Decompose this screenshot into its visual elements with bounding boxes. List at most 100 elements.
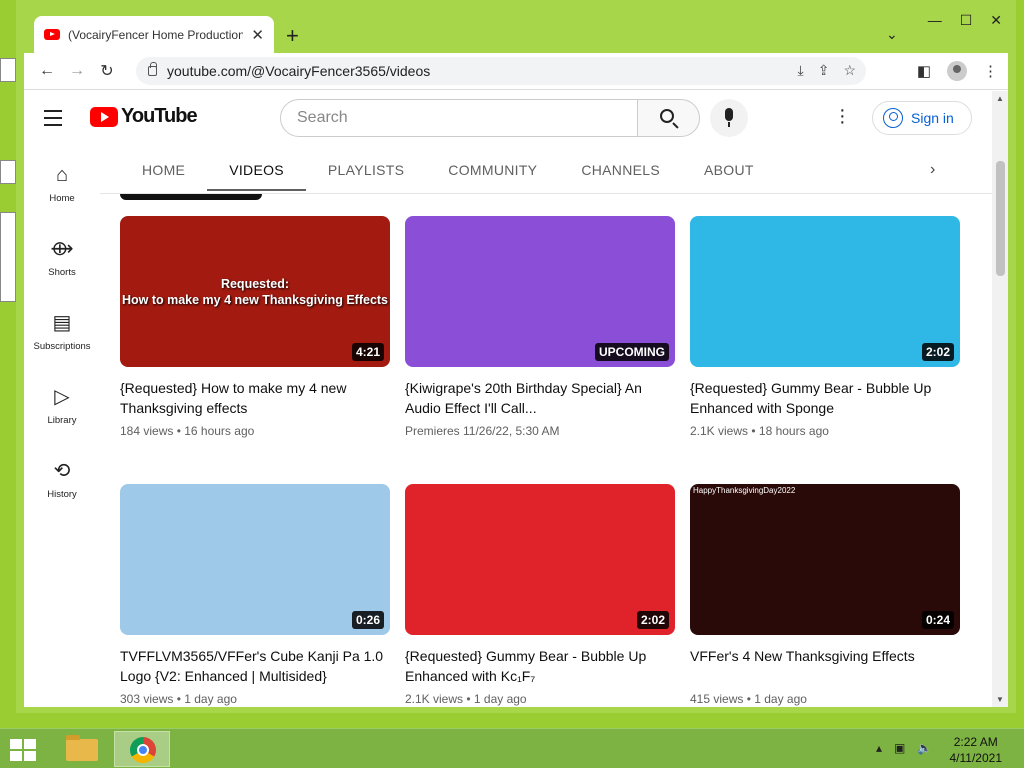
chrome-icon xyxy=(130,737,156,763)
video-thumbnail[interactable]: 2:02 xyxy=(405,484,675,635)
close-window-icon[interactable]: ✕ xyxy=(990,12,1002,29)
search-button[interactable] xyxy=(637,99,700,137)
video-thumbnail[interactable]: 0:26 xyxy=(120,484,390,635)
duration-badge: 0:26 xyxy=(351,611,384,629)
youtube-page: YouTube ··· Sign in ⌂ Home ⟴ Shorts ▤ Su… xyxy=(24,91,992,707)
tab-playlists[interactable]: PLAYLISTS xyxy=(306,155,426,191)
thumbnail-caption-line: How to make my 4 new Thanksgiving Effect… xyxy=(121,293,389,307)
thumbnail-caption-line: Requested: xyxy=(220,277,290,291)
scroll-down-icon[interactable]: ▼ xyxy=(996,695,1004,704)
sort-chip[interactable] xyxy=(120,194,262,200)
system-tray: ▴ ▣ 🔈 xyxy=(876,741,932,755)
hamburger-menu-icon[interactable] xyxy=(44,110,62,131)
taskbar-file-explorer[interactable] xyxy=(54,731,110,767)
video-title[interactable]: {Kiwigrape's 20th Birthday Special} An A… xyxy=(405,378,675,418)
omnibox-actions: ⤓ ⇪ ☆ xyxy=(798,62,857,79)
tab-strip: (VocairyFencer Home Production ✕ + ⌄ — ☐… xyxy=(24,0,1008,53)
video-thumbnail[interactable]: Requested: How to make my 4 new Thanksgi… xyxy=(120,216,390,367)
chrome-menu-icon[interactable]: ⋮ xyxy=(983,62,998,80)
minimize-icon[interactable]: — xyxy=(928,12,942,29)
video-meta: 2.1K views • 18 hours ago xyxy=(690,424,829,438)
tab-home[interactable]: HOME xyxy=(120,155,207,191)
search-input[interactable] xyxy=(280,99,638,137)
desktop-window-edge xyxy=(0,212,16,302)
duration-badge: 0:24 xyxy=(921,611,954,629)
tab-search-icon[interactable]: ⌄ xyxy=(886,26,898,43)
page-scrollbar[interactable]: ▲ ▼ xyxy=(992,91,1008,707)
guide-item-home[interactable]: ⌂ Home xyxy=(24,161,100,235)
profile-avatar-icon[interactable] xyxy=(947,61,967,81)
settings-kebab-icon[interactable]: · · · xyxy=(839,100,846,132)
video-title[interactable]: VFFer's 4 New Thanksgiving Effects xyxy=(690,646,960,686)
video-card[interactable]: UPCOMING {Kiwigrape's 20th Birthday Spec… xyxy=(405,216,675,438)
video-title[interactable]: {Requested} How to make my 4 new Thanksg… xyxy=(120,378,390,418)
guide-item-shorts[interactable]: ⟴ Shorts xyxy=(24,235,100,309)
video-card[interactable]: Requested: How to make my 4 new Thanksgi… xyxy=(120,216,390,438)
upcoming-badge: UPCOMING xyxy=(595,343,669,361)
sign-in-label: Sign in xyxy=(911,110,954,126)
thumbnail-corner-text: HappyThanksgivingDay2022 xyxy=(693,486,796,495)
folder-icon xyxy=(66,735,98,761)
video-thumbnail[interactable]: 2:02 xyxy=(690,216,960,367)
windows-logo-icon xyxy=(24,739,36,749)
taskbar-chrome[interactable] xyxy=(114,731,170,767)
bookmark-star-icon[interactable]: ☆ xyxy=(843,62,856,79)
windows-logo-icon xyxy=(10,739,22,749)
address-bar[interactable]: youtube.com/@VocairyFencer3565/videos ⤓ … xyxy=(136,57,866,85)
scroll-up-icon[interactable]: ▲ xyxy=(996,94,1004,103)
voice-search-button[interactable] xyxy=(710,99,748,137)
channel-tabs: HOME VIDEOS PLAYLISTS COMMUNITY CHANNELS… xyxy=(120,155,970,193)
browser-tab[interactable]: (VocairyFencer Home Production ✕ xyxy=(34,16,274,53)
account-icon xyxy=(883,108,903,128)
desktop-window-edge xyxy=(0,160,16,184)
video-title[interactable]: {Requested} Gummy Bear - Bubble Up Enhan… xyxy=(405,646,675,686)
tab-community[interactable]: COMMUNITY xyxy=(426,155,559,191)
tab-channels[interactable]: CHANNELS xyxy=(559,155,682,191)
browser-toolbar: ← → ↻ youtube.com/@VocairyFencer3565/vid… xyxy=(24,53,1008,90)
new-tab-button[interactable]: + xyxy=(286,23,299,49)
video-thumbnail[interactable]: UPCOMING xyxy=(405,216,675,367)
video-title[interactable]: TVFFLVM3565/VFFer's Cube Kanji Pa 1.0 Lo… xyxy=(120,646,390,686)
back-arrow-icon[interactable]: ← xyxy=(32,62,62,80)
youtube-logo[interactable]: YouTube xyxy=(90,105,198,128)
share-icon[interactable]: ⇪ xyxy=(818,62,830,79)
video-title[interactable]: {Requested} Gummy Bear - Bubble Up Enhan… xyxy=(690,378,960,418)
toolbar-right: ◧ ⋮ xyxy=(917,61,998,81)
tab-title: (VocairyFencer Home Production xyxy=(68,27,244,42)
window-controls: — ☐ ✕ xyxy=(928,12,1002,29)
video-card[interactable]: HappyThanksgivingDay2022 0:24 VFFer's 4 … xyxy=(690,484,960,706)
video-card[interactable]: 2:02 {Requested} Gummy Bear - Bubble Up … xyxy=(405,484,675,706)
video-card[interactable]: 2:02 {Requested} Gummy Bear - Bubble Up … xyxy=(690,216,960,438)
forward-arrow-icon[interactable]: → xyxy=(62,62,92,80)
network-icon[interactable]: ▣ xyxy=(894,741,905,755)
guide-item-history[interactable]: ⟲ History xyxy=(24,457,100,531)
guide-item-library[interactable]: ▷ Library xyxy=(24,383,100,457)
reload-icon[interactable]: ↻ xyxy=(92,61,122,81)
tab-about[interactable]: ABOUT xyxy=(682,155,776,191)
youtube-wordmark: YouTube xyxy=(121,105,198,127)
taskbar: ▴ ▣ 🔈 2:22 AM 4/11/2021 xyxy=(0,728,1024,768)
close-tab-icon[interactable]: ✕ xyxy=(251,26,264,44)
start-button[interactable] xyxy=(10,739,38,761)
history-icon: ⟲ xyxy=(53,460,71,482)
lock-icon xyxy=(148,62,157,76)
guide-item-subscriptions[interactable]: ▤ Subscriptions xyxy=(24,309,100,383)
video-card[interactable]: 0:26 TVFFLVM3565/VFFer's Cube Kanji Pa 1… xyxy=(120,484,390,706)
youtube-play-icon xyxy=(90,106,118,127)
install-icon[interactable]: ⤓ xyxy=(798,62,804,79)
video-thumbnail[interactable]: HappyThanksgivingDay2022 0:24 xyxy=(690,484,960,635)
maximize-icon[interactable]: ☐ xyxy=(960,12,973,29)
tray-expand-icon[interactable]: ▴ xyxy=(876,741,882,755)
guide-sidebar: ⌂ Home ⟴ Shorts ▤ Subscriptions ▷ Librar… xyxy=(24,161,100,531)
guide-label: Home xyxy=(49,193,75,204)
side-panel-icon[interactable]: ◧ xyxy=(917,62,931,80)
taskbar-clock[interactable]: 2:22 AM 4/11/2021 xyxy=(950,734,1003,766)
chevron-right-icon[interactable]: › xyxy=(930,161,935,179)
scrollbar-thumb[interactable] xyxy=(996,161,1005,276)
url-text: youtube.com/@VocairyFencer3565/videos xyxy=(167,63,431,79)
tab-videos[interactable]: VIDEOS xyxy=(207,155,306,191)
duration-badge: 2:02 xyxy=(921,343,954,361)
desktop-window-edge xyxy=(0,58,16,82)
sign-in-button[interactable]: Sign in xyxy=(872,101,972,135)
volume-icon[interactable]: 🔈 xyxy=(917,741,932,755)
